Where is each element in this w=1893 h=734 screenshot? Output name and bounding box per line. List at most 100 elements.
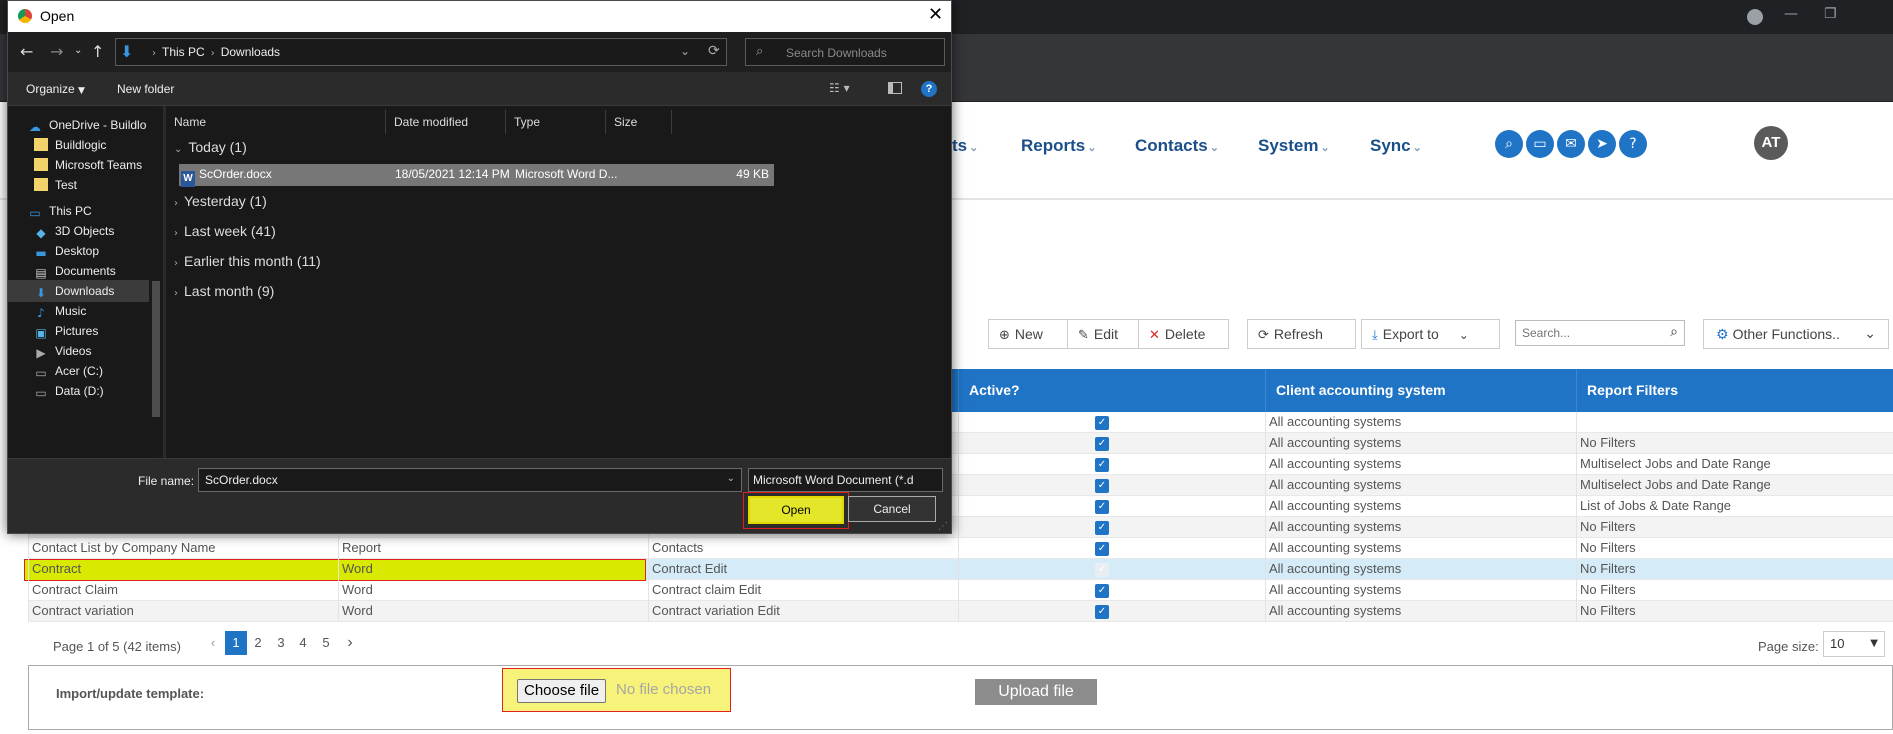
choose-file-button[interactable]: Choose file [517,679,607,703]
resize-grip-icon[interactable]: ⋰ [938,521,948,532]
forward-arrow-icon[interactable]: → [50,42,63,61]
file-type-select[interactable]: Microsoft Word Document (*.d [748,468,943,492]
column-header-name[interactable]: Name [166,110,386,134]
organize-menu[interactable]: Organize ▼ [26,82,85,96]
back-arrow-icon[interactable]: ← [20,42,33,61]
page-4[interactable]: 4 [292,631,314,655]
chevron-down-icon[interactable]: ⌄ [727,473,735,484]
preview-pane-icon[interactable] [888,82,902,94]
breadcrumb-this-pc[interactable]: This PC [162,45,205,59]
nav-item-test[interactable]: Test [8,174,149,196]
upload-file-button[interactable]: Upload file [975,679,1097,705]
group-earlier-this-month[interactable]: › Earlier this month (11) [174,253,321,269]
page-2[interactable]: 2 [247,631,269,655]
nav-item-partial[interactable]: ts ⌄ [952,136,978,156]
help-icon[interactable]: ? [1619,130,1647,158]
search-icon[interactable]: ⌕ [1670,324,1678,340]
restore-icon[interactable]: ❐ [1824,6,1837,22]
nav-item-buildlogic[interactable]: Buildlogic [8,134,149,156]
checkbox-checked-icon[interactable]: ✓ [1095,605,1109,619]
checkbox-checked-icon[interactable]: ✓ [1095,458,1109,472]
minimize-icon[interactable]: — [1784,6,1798,22]
new-folder-button[interactable]: New folder [117,82,174,96]
address-box[interactable]: ⬇ › This PC › Downloads ⌄ ⟳ [115,38,727,66]
checkbox-checked-icon[interactable]: ✓ [1095,563,1109,577]
file-row[interactable]: W ScOrder.docx 18/05/2021 12:14 PM Micros… [179,164,774,187]
export-button[interactable]: ⤓ Export to ⌄ [1361,319,1500,349]
delete-button[interactable]: ✕ Delete [1138,319,1229,349]
checkbox-checked-icon[interactable]: ✓ [1095,521,1109,535]
nav-item-3d-objects[interactable]: ◆ 3D Objects [8,220,149,242]
group-last-month[interactable]: › Last month (9) [174,283,274,299]
chevron-down-icon[interactable]: ⌄ [680,44,690,58]
table-row[interactable]: Contact List by Company Name Report Contac… [28,538,1893,559]
column-header-date[interactable]: Date modified [386,110,506,134]
help-icon[interactable]: ? [921,81,937,97]
page-1[interactable]: 1 [225,631,247,655]
nav-item-onedrive-buildlo[interactable]: ☁ OneDrive - Buildlo [8,114,149,136]
nav-item-reports[interactable]: Reports ⌄ [1021,136,1096,156]
close-icon[interactable]: ✕ [928,4,943,25]
up-arrow-icon[interactable]: ↑ [91,42,104,61]
dialog-search-box[interactable]: ⌕ Search Downloads [745,38,945,66]
nav-item-videos[interactable]: ▶ Videos [8,340,149,362]
nav-item-data-d[interactable]: ▭ Data (D:) [8,380,149,402]
nav-item-system[interactable]: System ⌄ [1258,136,1330,156]
next-page-icon[interactable]: › [339,631,361,655]
nav-item-sync[interactable]: Sync ⌄ [1370,136,1422,156]
nav-item-acer-c[interactable]: ▭ Acer (C:) [8,360,149,382]
column-header-accounting[interactable]: Client accounting system [1265,369,1576,412]
nav-pane-scrollbar[interactable] [149,106,163,458]
page-3[interactable]: 3 [270,631,292,655]
search-input[interactable] [1516,321,1656,345]
scrollbar-thumb[interactable] [152,281,160,417]
nav-item-documents[interactable]: ▤ Documents [8,260,149,282]
nav-item-downloads[interactable]: ⬇ Downloads [8,280,149,302]
table-row[interactable]: Contract variation Word Contract variation… [28,601,1893,622]
user-avatar[interactable]: AT [1754,126,1788,160]
nav-item-label: Pictures [55,324,99,338]
table-row[interactable]: Contract Claim Word Contract claim Edit All… [28,580,1893,601]
checkbox-checked-icon[interactable]: ✓ [1095,437,1109,451]
table-row[interactable]: Contract Word Contract Edit All accounting … [24,559,1893,581]
file-name-input[interactable] [199,469,709,491]
nav-item-desktop[interactable]: ▬ Desktop [8,240,149,262]
nav-item-contacts[interactable]: Contacts ⌄ [1135,136,1219,156]
view-options-icon[interactable]: ☷ ▾ [829,81,850,95]
profile-indicator-icon[interactable] [1747,9,1763,25]
grid-search-box[interactable]: ⌕ [1515,320,1685,346]
edit-button[interactable]: ✎ Edit [1067,319,1139,349]
group-yesterday[interactable]: › Yesterday (1) [174,193,267,209]
refresh-button[interactable]: ⟳ Refresh [1247,319,1356,349]
checkbox-checked-icon[interactable]: ✓ [1095,500,1109,514]
checkbox-checked-icon[interactable]: ✓ [1095,542,1109,556]
folder-icon[interactable]: ▭ [1526,130,1554,158]
prev-page-icon[interactable]: ‹ [202,631,224,655]
group-last-week[interactable]: › Last week (41) [174,223,276,239]
nav-item-microsoft-teams[interactable]: Microsoft Teams [8,154,149,176]
refresh-icon[interactable]: ⟳ [708,43,720,59]
breadcrumb-downloads[interactable]: Downloads [221,45,280,59]
recent-locations-icon[interactable]: ⌄ [74,45,82,56]
send-icon[interactable]: ➤ [1588,130,1616,158]
other-functions-dropdown[interactable]: ⚙ Other Functions.. ⌄ [1703,319,1889,349]
mail-icon[interactable]: ✉ [1557,130,1585,158]
new-button[interactable]: ⊕ New [988,319,1068,349]
column-header-active[interactable]: Active? [958,369,1265,412]
nav-item-music[interactable]: ♪ Music [8,300,149,322]
open-button[interactable]: Open [748,496,844,524]
group-today[interactable]: ⌄ Today (1) [174,139,247,155]
column-header-size[interactable]: Size [606,110,672,134]
page-size-select[interactable]: 10 ▼ [1823,631,1885,657]
nav-item-pictures[interactable]: ▣ Pictures [8,320,149,342]
page-5[interactable]: 5 [315,631,337,655]
column-header-type[interactable]: Type [506,110,606,134]
cancel-button[interactable]: Cancel [848,496,936,522]
nav-item-this-pc[interactable]: ▭ This PC [8,200,149,222]
checkbox-checked-icon[interactable]: ✓ [1095,416,1109,430]
file-name-field[interactable]: ⌄ [198,468,742,492]
checkbox-checked-icon[interactable]: ✓ [1095,479,1109,493]
column-header-filters[interactable]: Report Filters [1576,369,1893,412]
search-icon[interactable]: ⌕ [1495,130,1523,158]
checkbox-checked-icon[interactable]: ✓ [1095,584,1109,598]
